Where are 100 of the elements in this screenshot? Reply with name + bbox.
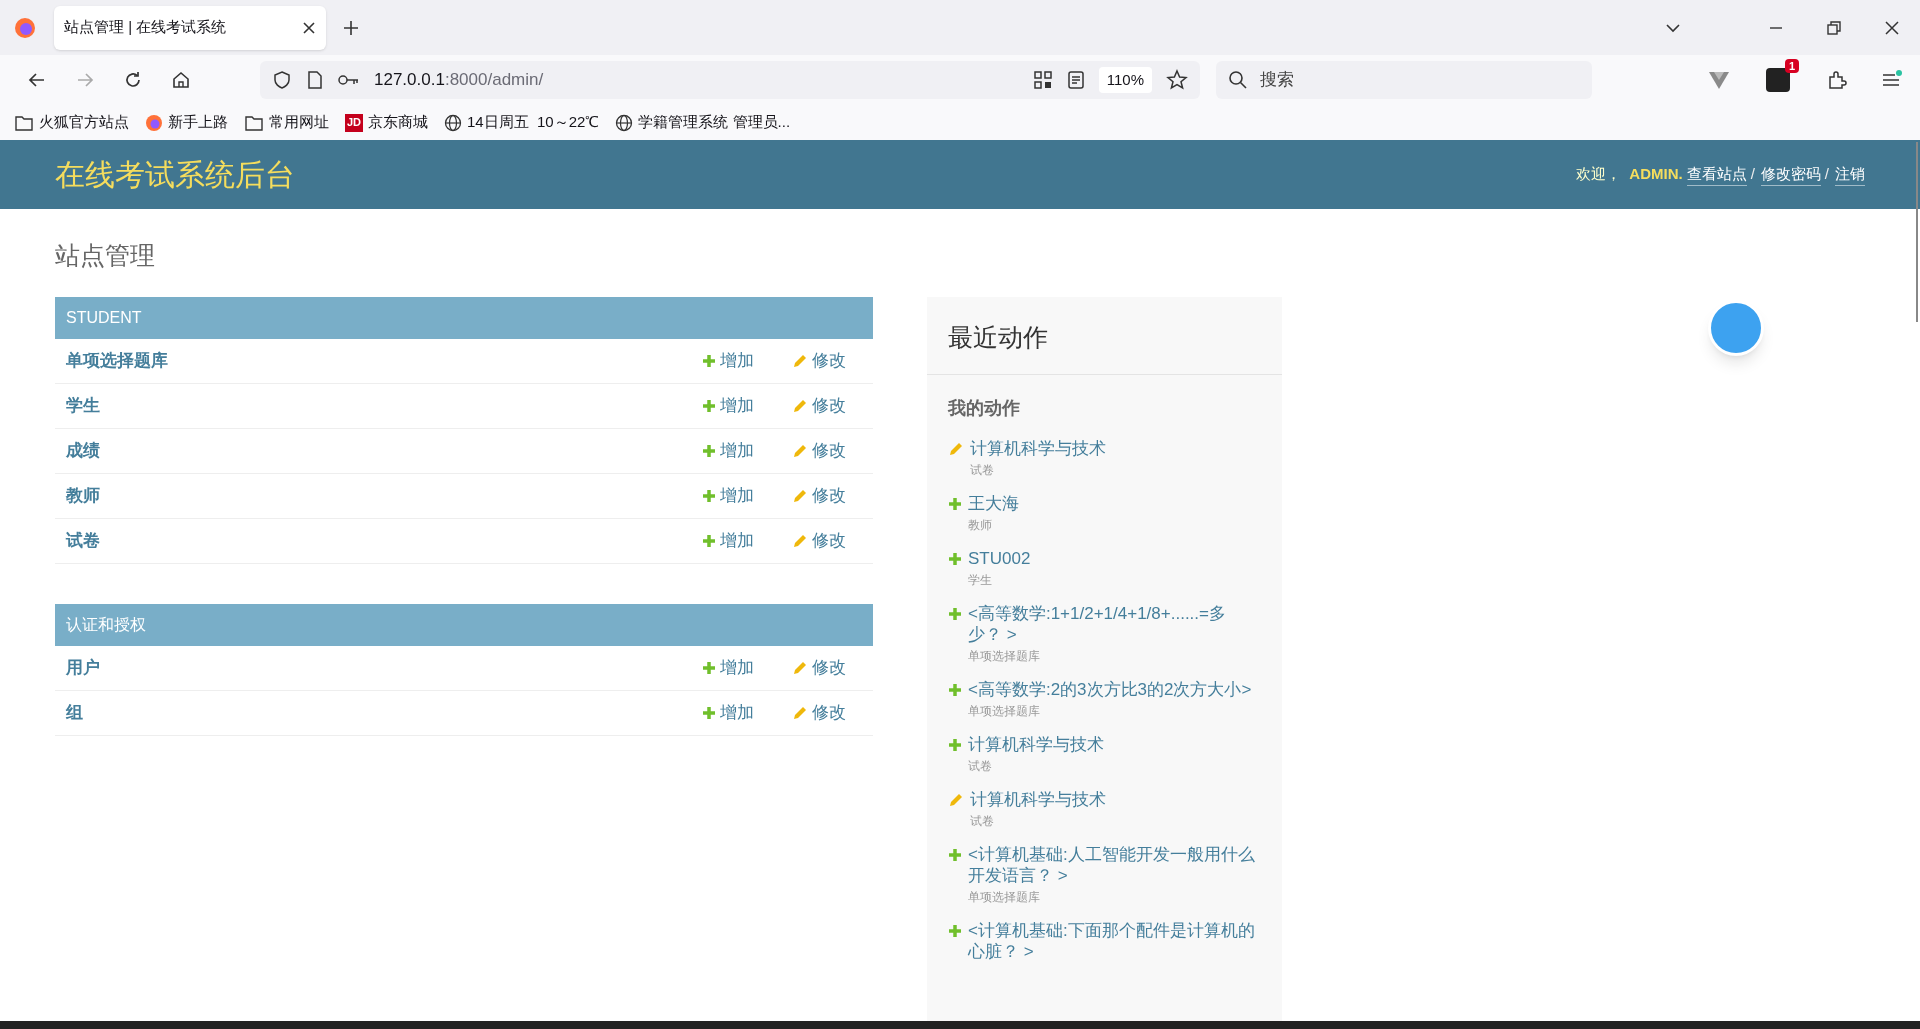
plus-icon	[702, 533, 716, 548]
header-link[interactable]: 修改密码	[1760, 162, 1821, 187]
add-link[interactable]: 增加	[702, 347, 792, 374]
bookmark[interactable]: 14日周五 10～22℃	[444, 111, 600, 134]
plus-icon	[702, 705, 716, 720]
module-caption: STUDENT	[55, 296, 873, 339]
plus-icon	[702, 443, 716, 458]
pencil-icon	[792, 532, 808, 549]
plus-icon	[702, 398, 716, 413]
qr-code-icon[interactable]	[1032, 70, 1053, 90]
action-link[interactable]: <高等数学:1+1/2+1/4+1/8+......=多少？ >	[968, 603, 1258, 645]
new-tab-icon[interactable]	[342, 18, 360, 37]
home-icon[interactable]	[170, 69, 192, 91]
key-icon	[338, 73, 360, 87]
separator-text: /	[1750, 164, 1755, 185]
folder-icon	[244, 113, 264, 132]
address-bar[interactable]: 127.0.0.1:8000/admin/ 110%	[260, 61, 1200, 99]
plus-icon	[948, 738, 962, 752]
extension-icon[interactable]	[1766, 68, 1790, 92]
action-link[interactable]: <计算机基础:下面那个配件是计算机的心脏？ >	[968, 920, 1258, 962]
pencil-icon	[948, 441, 964, 457]
action-link[interactable]: 计算机科学与技术	[970, 789, 1260, 810]
page-title: 站点管理	[55, 240, 156, 271]
header-link[interactable]: 查看站点	[1686, 162, 1747, 187]
pencil-icon	[792, 659, 808, 676]
model-link[interactable]: 单项选择题库	[66, 347, 702, 374]
action-type: 单项选择题库	[968, 703, 1041, 720]
change-link[interactable]: 修改	[792, 699, 862, 726]
star-icon[interactable]	[1166, 69, 1188, 91]
separator-text: /	[1824, 164, 1829, 185]
browser-tab[interactable]: 站点管理 | 在线考试系统	[54, 5, 326, 50]
site-brand: 在线考试系统后台	[55, 157, 296, 193]
globe-icon	[615, 113, 634, 132]
restore-icon[interactable]	[1826, 19, 1842, 36]
bookmark[interactable]: 学籍管理系统 管理员...	[615, 111, 791, 134]
add-link[interactable]: 增加	[702, 699, 792, 726]
bookmark[interactable]: 火狐官方站点	[14, 111, 129, 134]
model-link[interactable]: 组	[66, 699, 702, 726]
action-type: 试卷	[970, 813, 995, 830]
add-link[interactable]: 增加	[702, 437, 792, 464]
change-link[interactable]: 修改	[792, 527, 862, 554]
action-link[interactable]: <计算机基础:人工智能开发一般用什么开发语言？ >	[968, 844, 1258, 886]
reader-view-icon[interactable]	[1066, 70, 1085, 90]
zoom-level[interactable]: 110%	[1098, 66, 1152, 94]
add-link[interactable]: 增加	[702, 482, 792, 509]
add-link[interactable]: 增加	[702, 654, 792, 681]
header-link[interactable]: 注销	[1835, 162, 1865, 187]
pencil-icon	[792, 442, 808, 459]
folder-icon	[14, 113, 34, 132]
change-link[interactable]: 修改	[792, 347, 862, 374]
plus-icon	[702, 488, 716, 503]
action-type: 试卷	[968, 758, 993, 775]
pencil-icon	[792, 397, 808, 414]
change-link[interactable]: 修改	[792, 437, 862, 464]
vue-logo-icon[interactable]	[1708, 70, 1730, 90]
plus-icon	[948, 924, 962, 938]
notification-badge: 1	[1784, 59, 1799, 73]
model-link[interactable]: 学生	[66, 392, 702, 419]
browser-logo-icon[interactable]	[14, 16, 36, 39]
pencil-icon	[948, 792, 964, 808]
bookmark[interactable]: 常用网址	[244, 111, 329, 134]
page-icon	[306, 70, 324, 90]
close-icon[interactable]	[302, 20, 316, 35]
action-link[interactable]: <高等数学:2的3次方比3的2次方大小>	[968, 679, 1258, 700]
change-link[interactable]: 修改	[792, 392, 862, 419]
search-field[interactable]: 搜索	[1216, 61, 1592, 99]
plus-icon	[948, 683, 962, 697]
change-link[interactable]: 修改	[792, 482, 862, 509]
puzzle-icon[interactable]	[1826, 69, 1848, 91]
model-link[interactable]: 用户	[66, 654, 702, 681]
browser-logo-icon	[145, 113, 163, 132]
close-icon[interactable]	[1884, 19, 1900, 36]
bookmark[interactable]: JD 京东商城	[345, 111, 428, 134]
add-link[interactable]: 增加	[702, 527, 792, 554]
action-type: 教师	[968, 517, 993, 534]
plus-icon	[702, 353, 716, 368]
jd-logo-icon: JD	[345, 113, 363, 132]
action-type: 单项选择题库	[968, 648, 1041, 665]
panel-title: 最近动作	[948, 321, 1049, 353]
model-link[interactable]: 教师	[66, 482, 702, 509]
action-type: 试卷	[970, 462, 995, 479]
plus-icon	[948, 607, 962, 621]
bookmark[interactable]: 新手上路	[145, 111, 228, 134]
username: ADMIN.	[1629, 164, 1683, 185]
model-link[interactable]: 成绩	[66, 437, 702, 464]
action-link[interactable]: 计算机科学与技术	[968, 734, 1258, 755]
action-link[interactable]: 王大海	[968, 493, 1258, 514]
model-link[interactable]: 试卷	[66, 527, 702, 554]
pencil-icon	[792, 487, 808, 504]
tab-title: 站点管理 | 在线考试系统	[64, 17, 228, 38]
pencil-icon	[792, 704, 808, 721]
search-icon	[1228, 70, 1248, 90]
action-type: 学生	[968, 572, 993, 589]
module-caption: 认证和授权	[55, 603, 873, 646]
action-link[interactable]: 计算机科学与技术	[970, 438, 1260, 459]
change-link[interactable]: 修改	[792, 654, 862, 681]
action-link[interactable]: STU002	[968, 548, 1258, 569]
add-link[interactable]: 增加	[702, 392, 792, 419]
plus-icon	[702, 660, 716, 675]
url-text: 127.0.0.1:8000/admin/	[374, 69, 545, 92]
